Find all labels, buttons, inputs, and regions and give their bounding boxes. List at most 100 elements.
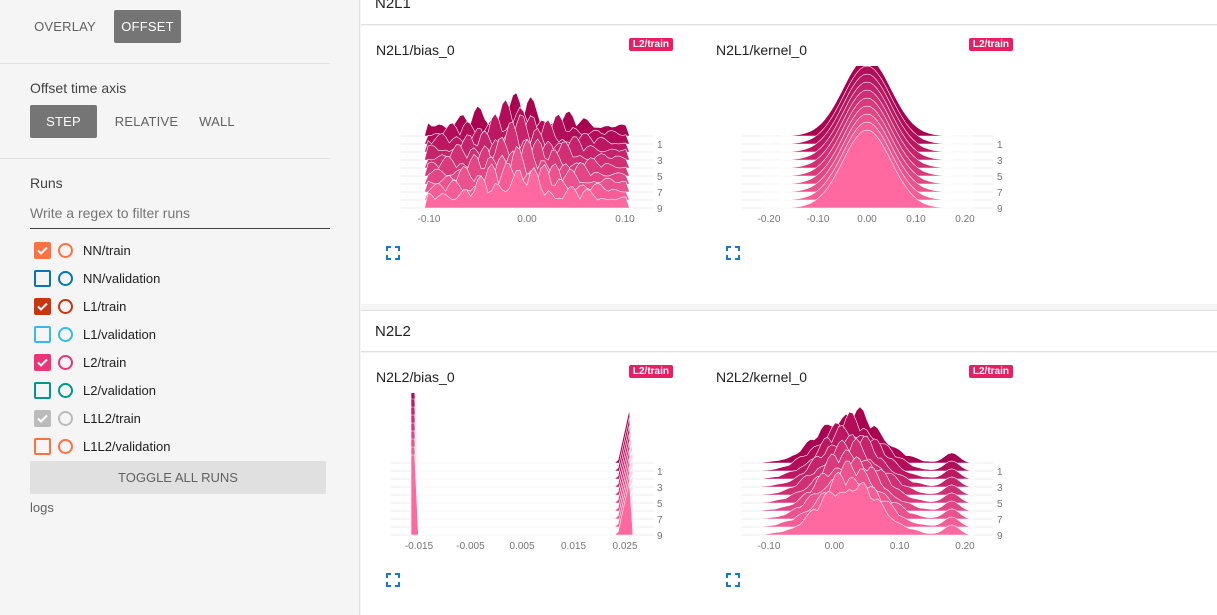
x-tick-label: 0.00	[825, 541, 845, 552]
x-tick-label: 0.025	[612, 541, 637, 552]
x-tick-label: 0.10	[615, 214, 635, 225]
run-badge: L2/train	[968, 365, 1013, 378]
y-tick-label: 7	[657, 188, 663, 199]
y-tick-label: 3	[657, 483, 663, 494]
y-tick-label: 5	[657, 172, 663, 183]
x-tick-label: 0.00	[517, 214, 537, 225]
y-tick-label: 7	[657, 515, 663, 526]
histogram-chart: 1 3 5 7 9 -0.10 0.00 0.10	[401, 92, 663, 225]
run-color-icon[interactable]	[58, 298, 73, 314]
run-label: L2/train	[83, 354, 127, 370]
run-color-icon[interactable]	[58, 438, 73, 454]
run-color-icon[interactable]	[58, 326, 73, 342]
x-tick-label: -0.10	[807, 214, 830, 225]
group-title: N2L2	[375, 323, 411, 340]
run-badge: L2/train	[628, 365, 673, 378]
run-item[interactable]: L1/validation	[30, 320, 330, 348]
run-checkbox[interactable]	[34, 353, 51, 371]
x-tick-label: -0.005	[456, 541, 485, 552]
divider	[0, 158, 330, 159]
run-item[interactable]: L1L2/train	[30, 404, 330, 432]
run-checkbox[interactable]	[34, 297, 51, 315]
runs-title: Runs	[30, 175, 63, 191]
run-color-icon[interactable]	[58, 410, 73, 426]
run-checkbox[interactable]	[34, 269, 51, 287]
y-tick-label: 1	[657, 140, 663, 151]
y-tick-label: 3	[997, 156, 1003, 167]
logs-label: logs	[30, 500, 54, 515]
histogram-card: N2L2/bias_0 L2/train 1 3 5 7 9 -0.015 -0.005 0.…	[361, 353, 681, 587]
check-icon	[37, 302, 48, 311]
y-tick-label: 7	[997, 188, 1003, 199]
group-header-n2l1[interactable]: N2L1	[361, 0, 1217, 25]
y-tick-label: 1	[997, 140, 1003, 151]
card-title: N2L2/bias_0	[376, 369, 455, 385]
run-color-icon[interactable]	[58, 354, 73, 370]
run-label: L1/train	[83, 298, 127, 314]
runs-list: NN/train NN/validation L1/train L1/validati…	[30, 236, 330, 460]
y-tick-label: 9	[997, 531, 1003, 542]
x-tick-label: 0.005	[509, 541, 534, 552]
histogram-chart: 1 3 5 7 9 -0.20 -0.10 0.00 0.10 0.20	[741, 66, 1003, 225]
run-checkbox[interactable]	[34, 437, 51, 455]
run-item[interactable]: NN/train	[30, 236, 330, 264]
run-checkbox[interactable]	[34, 325, 51, 343]
y-tick-label: 3	[657, 156, 663, 167]
group-title: N2L1	[375, 0, 411, 12]
wall-button[interactable]: WALL	[196, 105, 238, 138]
run-item[interactable]: L1L2/validation	[30, 432, 330, 460]
run-color-icon[interactable]	[58, 270, 73, 286]
run-color-icon[interactable]	[58, 382, 73, 398]
run-checkbox[interactable]	[34, 409, 51, 427]
x-tick-label: 0.015	[561, 541, 586, 552]
run-label: L1/validation	[83, 326, 156, 342]
run-badge: L2/train	[628, 38, 673, 51]
expand-icon[interactable]	[386, 573, 400, 587]
expand-icon[interactable]	[726, 246, 740, 260]
histogram-card: N2L1/bias_0 L2/train 1 3 5 7 9 -0.10 0.00 0.10	[361, 26, 681, 260]
overlay-button[interactable]: OVERLAY	[30, 10, 100, 43]
run-item[interactable]: L2/train	[30, 348, 330, 376]
x-tick-label: 0.00	[857, 214, 877, 225]
divider	[0, 63, 330, 64]
offset-button[interactable]: OFFSET	[114, 10, 181, 43]
x-tick-label: 0.10	[906, 214, 926, 225]
toggle-all-runs-button[interactable]: TOGGLE ALL RUNS	[30, 461, 326, 494]
step-button[interactable]: STEP	[30, 105, 97, 138]
histogram-mode-selector: OVERLAY OFFSET	[30, 10, 181, 43]
y-tick-label: 3	[997, 483, 1003, 494]
run-item[interactable]: L2/validation	[30, 376, 330, 404]
y-tick-label: 1	[997, 467, 1003, 478]
card-title: N2L2/kernel_0	[716, 369, 808, 385]
x-tick-label: -0.015	[405, 541, 434, 552]
histogram-card: N2L1/kernel_0 L2/train 1 3 5 7 9 -0.20 -0.10 0.…	[701, 26, 1021, 260]
run-label: NN/validation	[83, 270, 161, 286]
offset-axis-selector: STEP RELATIVE WALL	[30, 105, 238, 138]
histogram-chart: 1 3 5 7 9 -0.015 -0.005 0.005 0.015 0.025	[391, 393, 663, 552]
y-tick-label: 7	[997, 515, 1003, 526]
run-item[interactable]: NN/validation	[30, 264, 330, 292]
relative-button[interactable]: RELATIVE	[109, 105, 184, 138]
card-title: N2L1/kernel_0	[716, 42, 808, 58]
run-checkbox[interactable]	[34, 241, 51, 259]
run-checkbox[interactable]	[34, 381, 51, 399]
expand-icon[interactable]	[386, 246, 400, 260]
x-tick-label: -0.10	[418, 214, 441, 225]
histogram-card: N2L2/kernel_0 L2/train 1 3 5 7 9 -0.10 0.00 0.1…	[701, 353, 1021, 587]
histogram-layer	[410, 398, 634, 480]
run-label: L1L2/train	[83, 410, 141, 426]
y-tick-label: 9	[997, 204, 1003, 215]
run-filter-input[interactable]: Write a regex to filter runs	[30, 205, 330, 229]
offset-axis-title: Offset time axis	[30, 80, 127, 96]
check-icon	[37, 246, 48, 255]
check-icon	[37, 358, 48, 367]
expand-icon[interactable]	[726, 573, 740, 587]
group-header-n2l2[interactable]: N2L2	[361, 310, 1217, 352]
y-tick-label: 1	[657, 467, 663, 478]
run-color-icon[interactable]	[58, 242, 73, 258]
histogram-layer	[410, 414, 634, 496]
run-item[interactable]: L1/train	[30, 292, 330, 320]
histogram-layer	[761, 129, 973, 209]
group-body-n2l1: N2L1/bias_0 L2/train 1 3 5 7 9 -0.10 0.00 0.10 …	[361, 26, 1217, 304]
x-tick-label: 0.20	[955, 541, 975, 552]
